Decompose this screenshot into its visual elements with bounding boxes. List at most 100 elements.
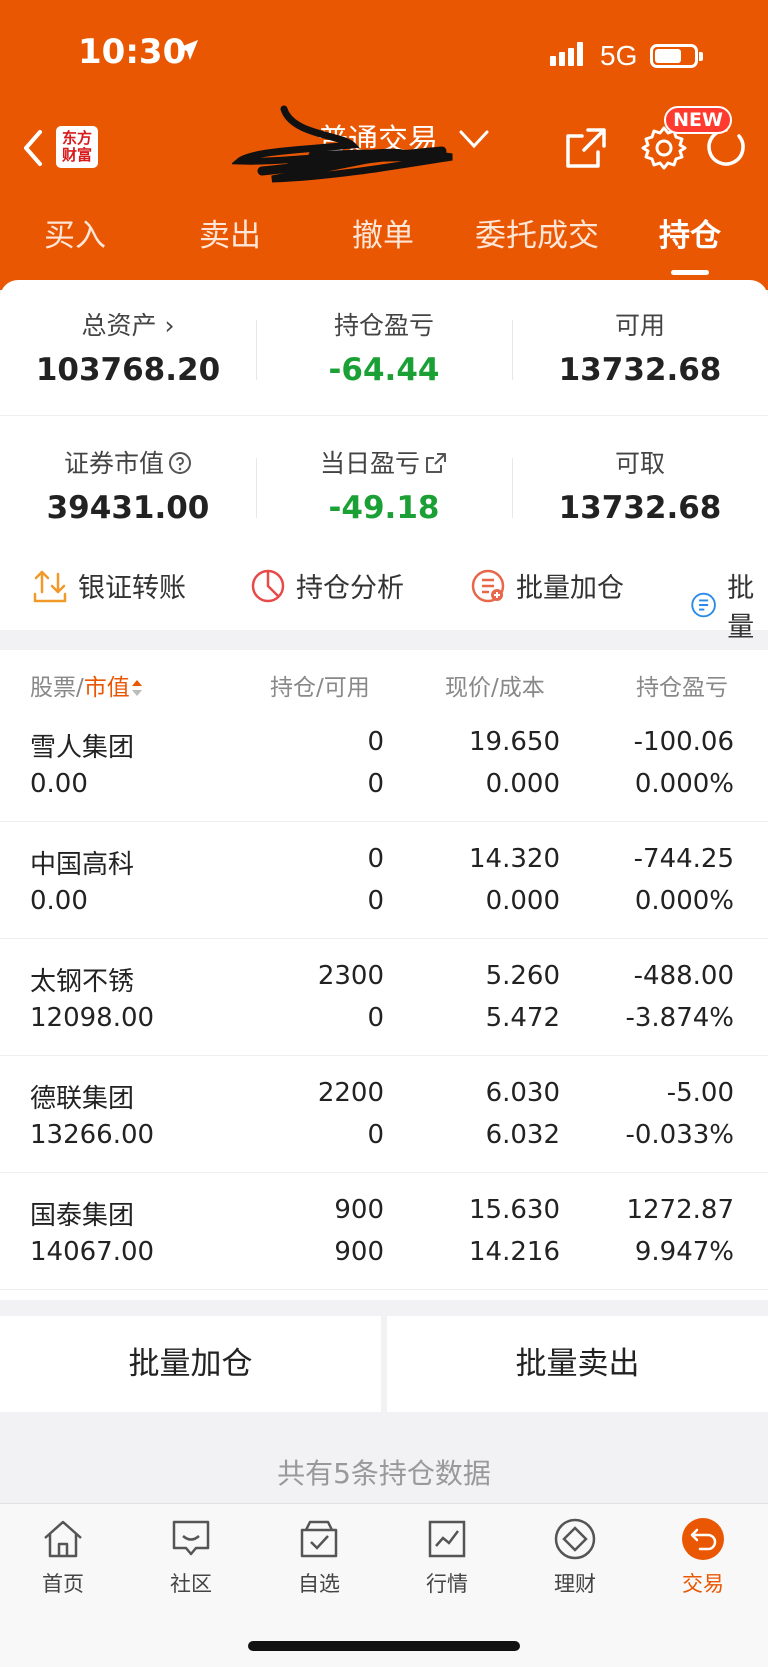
summary-divider	[0, 415, 768, 416]
position-qty: 0	[367, 727, 384, 757]
batch-sell-button[interactable]: 批量卖出	[387, 1316, 768, 1412]
help-icon[interactable]	[168, 451, 192, 475]
available-qty: 0	[367, 1003, 384, 1033]
chevron-right-icon: ›	[156, 311, 175, 340]
cost-price: 0.000	[485, 769, 560, 799]
cost-price: 14.216	[469, 1237, 560, 1267]
stock-name: 中国高科	[30, 850, 135, 880]
position-pl-percent: -3.874%	[625, 1003, 734, 1033]
total-assets-value: 103768.20	[35, 352, 221, 388]
holdings-count-note: 共有5条持仓数据	[277, 1457, 491, 1490]
available-label: 可用	[614, 311, 665, 340]
tabbar-label: 行情	[426, 1572, 468, 1596]
sort-icon	[131, 680, 142, 696]
available-qty: 0	[367, 886, 384, 916]
quick-action-label: 持仓分析	[296, 573, 404, 604]
brand-logo: 东方 财富	[56, 126, 98, 168]
market-icon	[428, 1520, 466, 1558]
pie-chart-icon	[251, 569, 285, 602]
stock-name: 太钢不锈	[30, 967, 135, 997]
col-header-stock[interactable]: 股票/市值	[30, 668, 144, 702]
tabbar-wealth[interactable]: 理财	[525, 1516, 625, 1598]
trade-icon	[682, 1518, 724, 1560]
tabbar-watchlist[interactable]: 自选	[269, 1516, 369, 1598]
trade-tabs: 买入 卖出 撤单 委托成交 持仓	[0, 210, 768, 266]
tabbar-label: 交易	[682, 1572, 724, 1596]
tabbar-label: 理财	[554, 1572, 596, 1596]
position-pl-amount: -5.00	[666, 1078, 734, 1108]
tab-cancel[interactable]: 撤单	[303, 210, 463, 255]
position-pl-amount: -488.00	[633, 961, 734, 991]
app-header: 10:30 5G 东方 财富 普通交易 NEW 买入 卖出 撤单 委托成交 持仓	[0, 0, 768, 290]
share-icon[interactable]	[564, 126, 608, 170]
table-row[interactable]: 国泰集团 14067.00 900 900 15.630 14.216 1272.87 9.9…	[0, 1173, 768, 1290]
tab-positions[interactable]: 持仓	[610, 210, 768, 255]
position-qty: 2200	[317, 1078, 384, 1108]
batch-icon	[691, 592, 716, 618]
logo-line2: 财富	[61, 146, 92, 164]
available-qty: 900	[334, 1237, 384, 1267]
available-qty: 0	[367, 1120, 384, 1150]
position-pl-percent: 9.947%	[634, 1237, 734, 1267]
quick-action-batch[interactable]: 批量	[690, 566, 768, 644]
table-row[interactable]: 中国高科 0.00 0 0 14.320 0.000 -744.25 0.000%	[0, 822, 768, 939]
quick-action-batch-add[interactable]: 批量加仓	[470, 566, 624, 605]
market-value-value: 39431.00	[46, 490, 210, 526]
back-arrow-icon[interactable]	[18, 126, 48, 170]
batch-add-button[interactable]: 批量加仓	[0, 1316, 381, 1412]
position-pl-amount: -100.06	[633, 727, 734, 757]
col-header-stock-label: 股票	[30, 675, 76, 701]
tab-orders[interactable]: 委托成交	[457, 210, 617, 255]
stock-market-value: 12098.00	[30, 1003, 155, 1033]
stock-market-value: 0.00	[30, 886, 88, 916]
batch-buttons: 批量加仓 批量卖出	[0, 1316, 768, 1412]
col-header-sep: /	[76, 675, 84, 701]
col-header-market-value: 市值	[83, 675, 130, 701]
available-qty: 0	[367, 769, 384, 799]
tabbar-community[interactable]: 社区	[141, 1516, 241, 1598]
position-pl-value: -64.44	[328, 352, 440, 388]
total-assets[interactable]: 总资产 › 103768.20	[0, 306, 256, 388]
tabbar-market[interactable]: 行情	[397, 1516, 497, 1598]
position-pl-amount: -744.25	[633, 844, 734, 874]
battery-icon	[650, 44, 703, 68]
position-pl-label: 持仓盈亏	[333, 311, 434, 340]
home-icon	[44, 1520, 82, 1558]
home-indicator	[248, 1641, 520, 1651]
tabbar-trade[interactable]: 交易	[653, 1516, 753, 1598]
tab-buy[interactable]: 买入	[0, 210, 155, 255]
table-row[interactable]: 德联集团 13266.00 2200 0 6.030 6.032 -5.00 -0.033%	[0, 1056, 768, 1173]
position-pl-percent: 0.000%	[634, 886, 734, 916]
available: 可用 13732.68	[512, 306, 768, 388]
external-link-icon	[426, 453, 446, 473]
cost-price: 5.472	[485, 1003, 560, 1033]
active-tab-indicator	[671, 270, 709, 275]
withdrawable-value: 13732.68	[558, 490, 722, 526]
tabbar-label: 社区	[170, 1572, 212, 1596]
position-qty: 900	[334, 1195, 384, 1225]
current-price: 5.260	[485, 961, 560, 991]
network-type: 5G	[600, 40, 638, 71]
quick-action-analysis[interactable]: 持仓分析	[250, 566, 404, 605]
position-pl: 持仓盈亏 -64.44	[256, 306, 512, 388]
holdings-table: 股票/市值 持仓/可用 现价/成本 持仓盈亏 雪人集团 0.00 0 0 19.650 0…	[0, 650, 768, 1300]
daily-pl[interactable]: 当日盈亏 -49.18	[256, 444, 512, 526]
quick-actions: 银证转账 持仓分析 批量加仓 批量	[0, 558, 768, 643]
cost-price: 0.000	[485, 886, 560, 916]
stock-name: 德联集团	[30, 1084, 135, 1114]
total-assets-label: 总资产	[81, 311, 157, 340]
stock-name: 雪人集团	[30, 733, 135, 763]
stock-market-value: 14067.00	[30, 1237, 155, 1267]
tabbar-home[interactable]: 首页	[13, 1516, 113, 1598]
position-pl-amount: 1272.87	[626, 1195, 734, 1225]
tab-sell[interactable]: 卖出	[150, 210, 310, 255]
current-price: 6.030	[485, 1078, 560, 1108]
table-row[interactable]: 雪人集团 0.00 0 0 19.650 0.000 -100.06 0.000%	[0, 705, 768, 822]
col-header-position: 持仓/可用	[270, 675, 370, 701]
withdrawable-label: 可取	[614, 449, 665, 478]
tabbar-label: 自选	[298, 1572, 340, 1596]
stock-name: 国泰集团	[30, 1201, 135, 1231]
table-row[interactable]: 太钢不锈 12098.00 2300 0 5.260 5.472 -488.00 -3.874…	[0, 939, 768, 1056]
market-value: 证券市值 39431.00	[0, 444, 256, 526]
quick-action-transfer[interactable]: 银证转账	[32, 566, 186, 605]
